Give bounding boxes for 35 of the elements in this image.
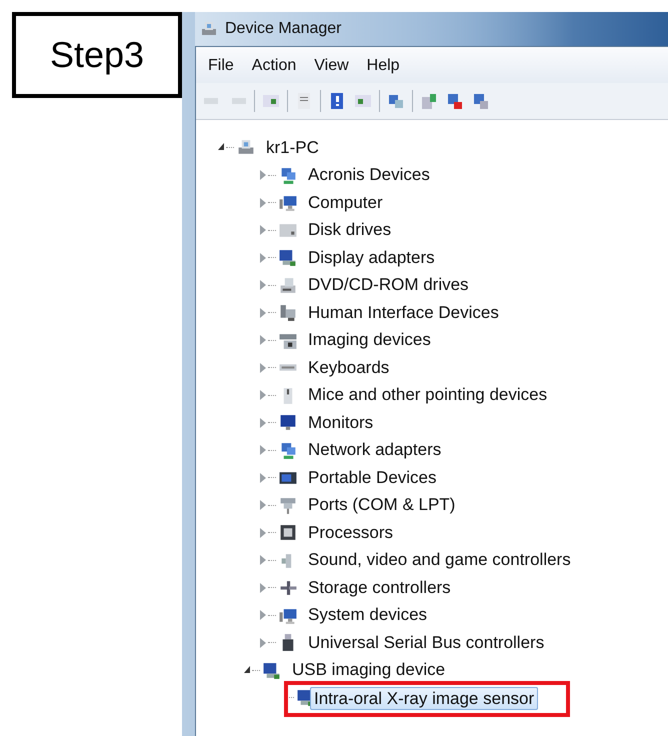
- tree-item[interactable]: Processors: [304, 520, 398, 545]
- menu-item[interactable]: View: [306, 55, 357, 77]
- expand-arrow-icon[interactable]: [244, 666, 250, 673]
- tree-item[interactable]: Keyboards: [304, 356, 394, 380]
- window-title: Device Manager: [225, 20, 342, 38]
- computer-icon: [278, 193, 298, 212]
- display-icon: [262, 660, 282, 680]
- tree-item[interactable]: USB imaging device: [288, 658, 450, 682]
- tree-item[interactable]: Monitors: [304, 410, 378, 435]
- tree-item[interactable]: Universal Serial Bus controllers: [304, 630, 548, 655]
- step-label: Step3: [12, 12, 182, 98]
- tree-item[interactable]: Disk drives: [304, 218, 396, 242]
- tree-item[interactable]: Imaging devices: [304, 328, 435, 352]
- tree-item[interactable]: Network adapters: [304, 438, 446, 462]
- tree-item[interactable]: Storage controllers: [304, 576, 455, 600]
- display-icon: [278, 248, 298, 268]
- tree-item[interactable]: Acronis Devices: [304, 163, 434, 188]
- tree-item[interactable]: Ports (COM & LPT): [304, 493, 460, 518]
- expand-arrow-icon[interactable]: [218, 143, 224, 150]
- device-manager-icon: [199, 20, 219, 38]
- menu-item[interactable]: Help: [358, 55, 408, 77]
- processor-icon: [278, 523, 298, 542]
- tree-item[interactable]: Portable Devices: [304, 466, 441, 490]
- tree-item[interactable]: kr1-PC: [262, 136, 323, 160]
- menu-item[interactable]: File: [200, 55, 242, 77]
- menu-item[interactable]: Action: [244, 55, 304, 77]
- tree-item[interactable]: Mice and other pointing devices: [304, 383, 552, 408]
- monitor-icon: [278, 413, 298, 432]
- tree-item[interactable]: Sound, video and game controllers: [304, 548, 575, 572]
- tree-item[interactable]: Human Interface Devices: [304, 300, 503, 325]
- tree-item[interactable]: Computer: [304, 190, 387, 215]
- tree-item[interactable]: DVD/CD-ROM drives: [304, 273, 473, 298]
- tree-item[interactable]: Display adapters: [304, 246, 439, 270]
- tree-item[interactable]: Intra-oral X-ray image sensor: [310, 686, 538, 710]
- tree-item[interactable]: System devices: [304, 603, 432, 628]
